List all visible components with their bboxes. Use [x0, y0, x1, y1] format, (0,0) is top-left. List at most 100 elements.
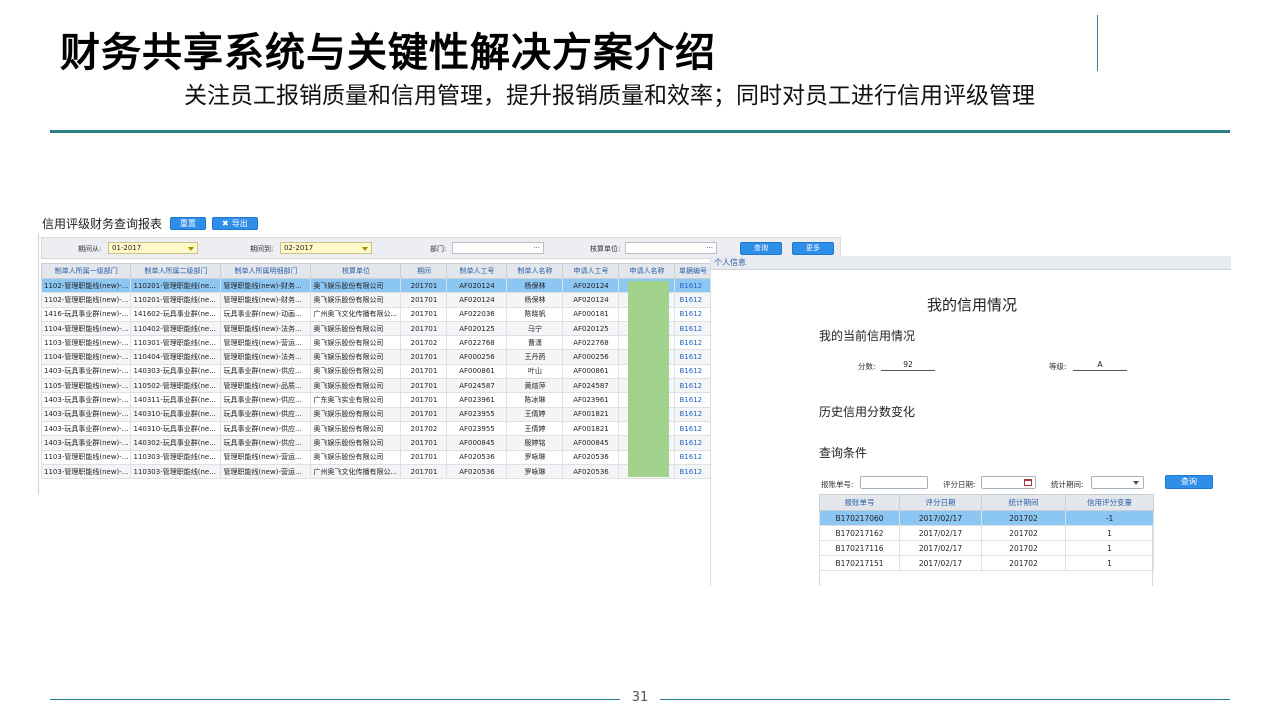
credit-column-header[interactable]: 信用评分变量 [1065, 494, 1154, 511]
credit-row[interactable]: B170217060 2017/02/17 201702 -1 [819, 510, 1154, 526]
report-cell: 管理职能线(new)-法务... [220, 320, 312, 337]
report-cell: 王倩婷 [506, 406, 564, 422]
report-column-header[interactable]: 制单人所属一级部门 [40, 263, 132, 279]
report-cell: 201702 [400, 335, 448, 351]
report-row[interactable]: 1403-玩具事业群(new)-... 140303-玩具事业群(ne... 玩具事… [40, 363, 712, 380]
report-toolbar: 信用评级财务查询报表 重置 ✖ 导出 [42, 213, 258, 233]
dept-input[interactable]: ··· [452, 242, 544, 254]
credit-row[interactable]: B170217116 2017/02/17 201702 1 [819, 540, 1154, 556]
stat-period-select[interactable] [1091, 476, 1144, 489]
title-rule [50, 130, 1230, 133]
report-cell: AF001821 [562, 420, 620, 437]
credit-column-header[interactable]: 评分日期 [899, 494, 982, 511]
chevron-down-icon [188, 247, 194, 251]
report-row[interactable]: 1403-玩具事业群(new)-... 140302-玩具事业群(ne... 玩具事… [40, 435, 712, 451]
credit-cell: 2017/02/17 [899, 525, 982, 541]
score-date-input[interactable] [981, 476, 1036, 489]
report-cell: 奥飞娱乐股份有限公司 [310, 349, 402, 365]
report-cell: AF000845 [446, 435, 508, 451]
credit-row[interactable]: B170217151 2017/02/17 201702 1 [819, 555, 1154, 571]
report-cell: 201701 [400, 463, 448, 480]
report-cell: 玩具事业群(new)-供应... [220, 392, 312, 408]
report-column-header[interactable]: 核算单位 [310, 263, 402, 279]
credit-query-button[interactable]: 查询 [1165, 475, 1213, 489]
report-row[interactable]: 1103-管理职能线(new)-... 110303-管理职能线(ne... 管理职… [40, 463, 712, 480]
period-from-value: 01-2017 [112, 244, 142, 252]
calendar-icon[interactable] [1024, 479, 1032, 486]
report-cell: 玩具事业群(new)-供应... [220, 406, 312, 422]
report-cell: 1416-玩具事业群(new)-... [40, 306, 132, 322]
report-cell: 1103-管理职能线(new)-... [40, 449, 132, 465]
report-column-header[interactable]: 期间 [400, 263, 448, 279]
report-row[interactable]: 1104-管理职能线(new)-... 110404-管理职能线(ne... 管理职… [40, 349, 712, 365]
report-cell: B1612 [674, 378, 712, 394]
report-column-header[interactable]: 制单人名称 [506, 263, 564, 279]
report-cell: 管理职能线(new)-营运... [220, 463, 312, 480]
report-cell: B1612 [674, 449, 712, 465]
report-row[interactable]: 1403-玩具事业群(new)-... 140310-玩具事业群(ne... 玩具事… [40, 406, 712, 422]
report-column-header[interactable]: 制单人所属二级部门 [130, 263, 222, 279]
report-cell: 1403-玩具事业群(new)-... [40, 435, 132, 451]
slide-subtitle: 关注员工报销质量和信用管理，提升报销质量和效率；同时对员工进行信用评级管理 [184, 83, 1035, 109]
stat-period-label: 统计期间: [1051, 480, 1084, 489]
export-button[interactable]: ✖ 导出 [212, 216, 258, 230]
report-row[interactable]: 1103-管理职能线(new)-... 110303-管理职能线(ne... 管理职… [40, 449, 712, 465]
report-cell: AF022036 [446, 306, 508, 322]
report-cell: AF024587 [562, 378, 620, 394]
report-column-header[interactable]: 制单人所属明细部门 [220, 263, 312, 279]
score-value: 92 [881, 360, 935, 371]
report-row[interactable]: 1403-玩具事业群(new)-... 140311-玩具事业群(ne... 玩具事… [40, 392, 712, 408]
report-cell: 奥飞娱乐股份有限公司 [310, 420, 402, 437]
score-date-label: 评分日期: [943, 480, 976, 489]
report-cell: 110201-管理职能线(ne... [130, 277, 222, 294]
report-cell: AF020125 [562, 320, 620, 337]
doc-no-input[interactable] [860, 476, 928, 489]
report-cell: AF023961 [446, 392, 508, 408]
report-row[interactable]: 1103-管理职能线(new)-... 110301-管理职能线(ne... 管理职… [40, 335, 712, 351]
report-cell: B1612 [674, 277, 712, 294]
report-cell: 玩具事业群(new)-供应... [220, 420, 312, 437]
report-cell: 玩具事业群(new)-供应... [220, 363, 312, 380]
report-cell: AF000256 [446, 349, 508, 365]
reset-button[interactable]: 重置 [170, 216, 207, 230]
report-column-header[interactable]: 申请人工号 [562, 263, 620, 279]
report-cell: 管理职能线(new)-财务... [220, 277, 312, 294]
report-cell: 奥飞娱乐股份有限公司 [310, 378, 402, 394]
credit-column-header[interactable]: 报账单号 [819, 494, 900, 511]
report-row[interactable]: 1403-玩具事业群(new)-... 140310-玩具事业群(ne... 玩具事… [40, 420, 712, 437]
doc-no-label: 报账单号: [821, 480, 854, 489]
report-cell: 陈冰琳 [506, 392, 564, 408]
tab-personal-info[interactable]: 个人信息 [711, 256, 1231, 270]
report-row[interactable]: 1105-管理职能线(new)-... 110502-管理职能线(ne... 管理职… [40, 378, 712, 394]
report-column-header[interactable]: 制单人工号 [446, 263, 508, 279]
report-cell: 1103-管理职能线(new)-... [40, 463, 132, 480]
credit-cell: 201702 [981, 525, 1066, 541]
report-column-header[interactable]: 申请人名称 [618, 263, 676, 279]
chevron-down-icon [1133, 481, 1139, 485]
report-cell: AF024587 [446, 378, 508, 394]
credit-column-header[interactable]: 统计期间 [981, 494, 1066, 511]
unit-input[interactable]: ··· [625, 242, 717, 254]
credit-row[interactable]: B170217162 2017/02/17 201702 1 [819, 525, 1154, 541]
report-column-header[interactable]: 单据编号 [674, 263, 712, 279]
report-cell: 201701 [400, 406, 448, 422]
credit-cell: 201702 [981, 540, 1066, 556]
query-button[interactable]: 查询 [740, 242, 782, 255]
report-row[interactable]: 1104-管理职能线(new)-... 110402-管理职能线(ne... 管理职… [40, 320, 712, 337]
report-row[interactable]: 1416-玩具事业群(new)-... 141602-玩具事业群(ne... 玩具事… [40, 306, 712, 322]
report-row[interactable]: 1102-管理职能线(new)-... 110201-管理职能线(ne... 管理职… [40, 277, 712, 294]
report-cell: AF020536 [446, 463, 508, 480]
unit-label: 核算单位: [590, 245, 621, 253]
report-row[interactable]: 1102-管理职能线(new)-... 110201-管理职能线(ne... 管理职… [40, 292, 712, 308]
more-button[interactable]: 更多 [792, 242, 834, 255]
report-cell: 201701 [400, 320, 448, 337]
report-cell: B1612 [674, 363, 712, 380]
period-from-select[interactable]: 01-2017 [108, 242, 198, 254]
report-cell: AF000256 [562, 349, 620, 365]
report-cell: AF020124 [562, 292, 620, 308]
report-cell: B1612 [674, 335, 712, 351]
report-cell: B1612 [674, 349, 712, 365]
period-to-select[interactable]: 02-2017 [280, 242, 372, 254]
report-cell: 110402-管理职能线(ne... [130, 320, 222, 337]
report-cell: 201701 [400, 392, 448, 408]
